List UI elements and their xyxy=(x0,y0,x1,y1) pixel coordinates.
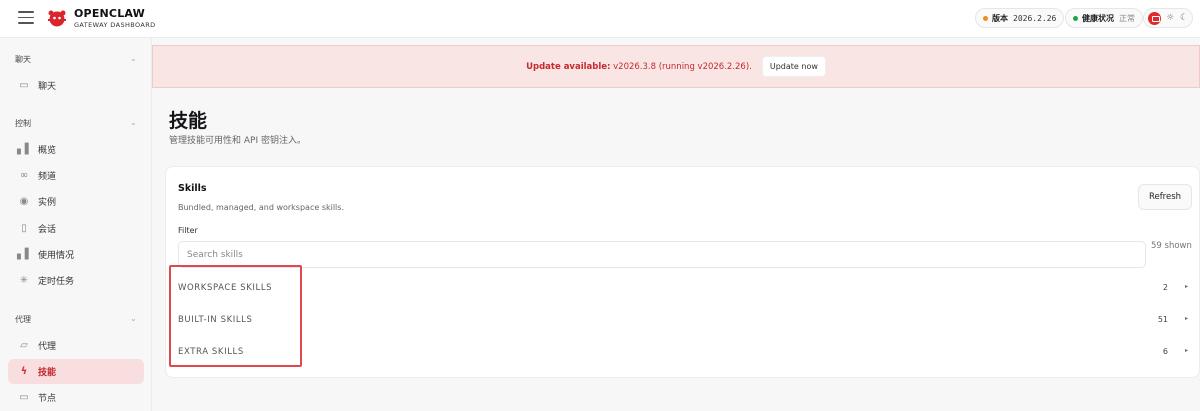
loader-icon: ✳ xyxy=(19,275,29,286)
bar-chart-icon: ▖▌ xyxy=(17,144,33,155)
document-icon: ▯ xyxy=(21,223,27,234)
health-pill: 健康状况 正常 xyxy=(1065,8,1143,28)
version-status-dot xyxy=(983,15,988,21)
sidebar-item-channels[interactable]: ∞ 频道 xyxy=(8,163,144,188)
sidebar-section-agents[interactable]: 代理 xyxy=(15,314,31,325)
app-window: OPENCLAW GATEWAY DASHBOARD 版本 2026.2.26 … xyxy=(0,0,1200,411)
sidebar-item-label: 节点 xyxy=(38,394,57,404)
top-bar: OPENCLAW GATEWAY DASHBOARD 版本 2026.2.26 … xyxy=(0,0,1200,38)
monitor-icon: ▭ xyxy=(19,392,29,403)
sidebar-item-label: 技能 xyxy=(38,368,57,378)
brand-title: OPENCLAW xyxy=(74,7,145,20)
version-pill: 版本 2026.2.26 xyxy=(975,8,1065,28)
sidebar-item-agents[interactable]: ▱ 代理 xyxy=(8,333,144,358)
sidebar-item-chat[interactable]: ▭ 聊天 xyxy=(8,73,144,98)
skill-group-extra[interactable]: EXTRA SKILLS 6 ▸ xyxy=(166,337,1200,367)
update-message: Update available: v2026.3.8 (running v20… xyxy=(526,62,752,72)
skill-group-count: 51 xyxy=(1157,315,1168,324)
caret-right-icon: ▸ xyxy=(1184,283,1188,290)
highlight-box xyxy=(169,265,302,367)
health-status-dot xyxy=(1073,15,1078,21)
broadcast-icon: ◉ xyxy=(19,196,29,207)
chevron-down-icon[interactable]: ⌄ xyxy=(130,314,137,323)
sidebar-item-label: 实例 xyxy=(38,198,57,208)
sidebar-item-label: 概览 xyxy=(38,146,57,156)
chevron-down-icon[interactable]: ⌄ xyxy=(130,118,137,127)
folder-icon: ▱ xyxy=(20,340,28,351)
skill-group-built-in[interactable]: BUILT-IN SKILLS 51 ▸ xyxy=(166,305,1200,335)
skills-card: Skills Bundled, managed, and workspace s… xyxy=(165,166,1200,378)
version-value: 2026.2.26 xyxy=(1013,13,1057,23)
skill-group-count: 2 xyxy=(1162,283,1168,292)
update-message-text: v2026.3.8 (running v2026.2.26). xyxy=(610,61,752,72)
filter-label: Filter xyxy=(178,226,198,235)
version-label: 版本 xyxy=(992,13,1008,23)
lightning-icon: ϟ xyxy=(20,366,28,377)
logo-icon xyxy=(48,10,66,27)
sidebar-item-label: 频道 xyxy=(38,172,57,182)
sidebar-item-overview[interactable]: ▖▌ 概览 xyxy=(8,137,144,162)
chevron-down-icon[interactable]: ⌄ xyxy=(130,54,137,63)
caret-right-icon: ▸ xyxy=(1184,315,1188,322)
sidebar-item-label: 代理 xyxy=(38,342,57,352)
theme-switcher: ☼ ☾ xyxy=(1143,8,1193,28)
sidebar-item-nodes[interactable]: ▭ 节点 xyxy=(8,385,144,410)
moon-icon[interactable]: ☾ xyxy=(1180,12,1188,25)
update-now-button[interactable]: Update now xyxy=(761,56,826,77)
shown-count: 59 shown xyxy=(1151,241,1192,251)
sidebar-item-label: 使用情况 xyxy=(38,251,75,261)
update-message-strong: Update available: xyxy=(526,61,611,72)
bar-chart-icon: ▖▌ xyxy=(17,249,33,260)
sidebar-item-skills[interactable]: ϟ 技能 xyxy=(8,359,144,384)
health-label: 健康状况 xyxy=(1082,13,1114,23)
update-banner: Update available: v2026.3.8 (running v20… xyxy=(152,45,1200,88)
sidebar-item-sessions[interactable]: ▯ 会话 xyxy=(8,216,144,241)
sidebar-item-cron[interactable]: ✳ 定时任务 xyxy=(8,268,144,293)
page-subtitle: 管理技能可用性和 API 密钥注入。 xyxy=(169,136,306,146)
skill-group-workspace[interactable]: WORKSPACE SKILLS 2 ▸ xyxy=(166,273,1200,303)
skill-group-count: 6 xyxy=(1162,347,1168,356)
sidebar-item-label: 定时任务 xyxy=(38,277,75,287)
caret-right-icon: ▸ xyxy=(1184,347,1188,354)
card-title: Skills xyxy=(178,183,207,194)
sidebar: 聊天 ⌄ ▭ 聊天 控制 ⌄ ▖▌ 概览 ∞ 频道 ◉ 实例 ▯ 会话 ▖▌ 使… xyxy=(0,38,152,411)
sidebar-item-label: 会话 xyxy=(38,225,57,235)
refresh-button[interactable]: Refresh xyxy=(1138,184,1192,210)
sidebar-item-label: 聊天 xyxy=(38,82,57,92)
sidebar-item-usage[interactable]: ▖▌ 使用情况 xyxy=(8,242,144,267)
sidebar-section-control[interactable]: 控制 xyxy=(15,118,31,129)
sun-icon[interactable]: ☼ xyxy=(1166,12,1174,25)
menu-icon[interactable] xyxy=(18,11,34,25)
sidebar-section-chat[interactable]: 聊天 xyxy=(15,54,31,65)
card-subtitle: Bundled, managed, and workspace skills. xyxy=(178,203,344,212)
monitor-icon[interactable] xyxy=(1148,12,1161,25)
link-icon: ∞ xyxy=(19,170,29,181)
sidebar-item-instances[interactable]: ◉ 实例 xyxy=(8,189,144,214)
search-input[interactable] xyxy=(178,241,1146,268)
health-value: 正常 xyxy=(1119,13,1135,23)
chat-icon: ▭ xyxy=(19,80,29,91)
page-title: 技能 xyxy=(169,110,208,132)
brand-subtitle: GATEWAY DASHBOARD xyxy=(74,21,156,29)
